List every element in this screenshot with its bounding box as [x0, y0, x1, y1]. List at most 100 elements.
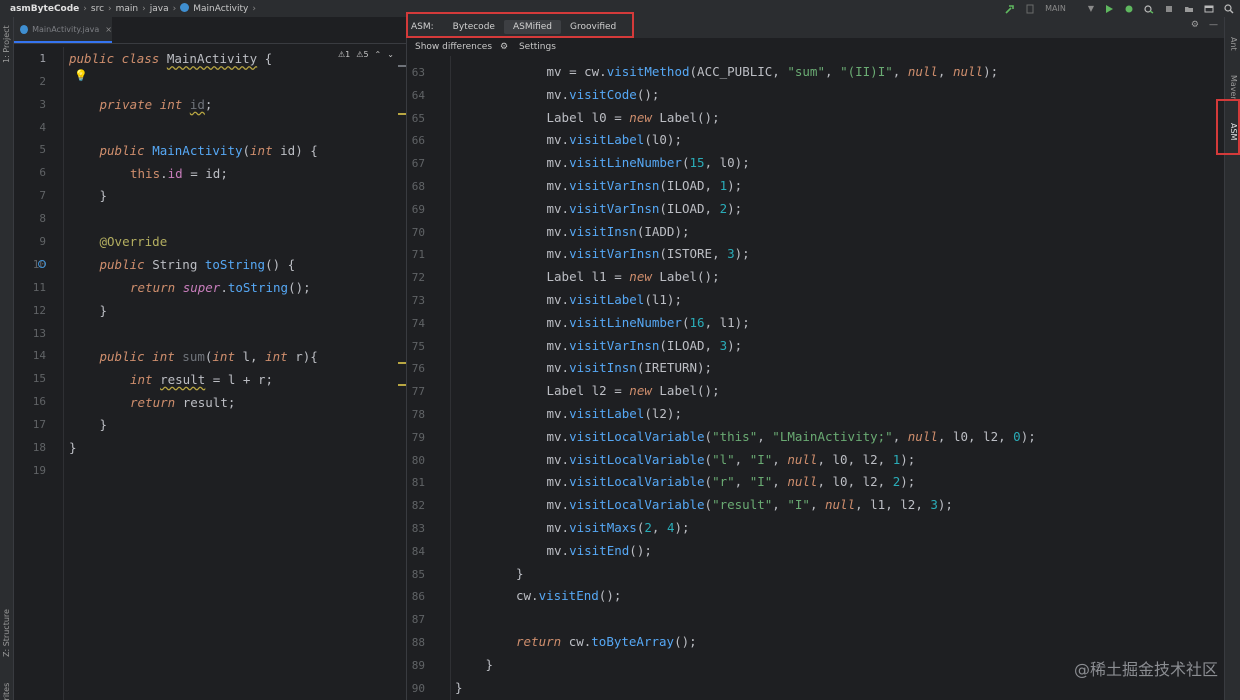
editor-tab-mainactivity[interactable]: MainActivity.java × — [14, 17, 112, 43]
line-number: 75 — [411, 339, 425, 353]
code-line: mv.visitLabel(l2); — [546, 406, 682, 421]
chevron-up-icon[interactable]: ⌃ — [375, 50, 382, 59]
line-number: 14 — [32, 349, 46, 362]
show-differences-button[interactable]: Show differences — [415, 42, 492, 52]
left-tool-strip: 1: Project Z: Structure avorites — [0, 17, 14, 700]
warning-marker[interactable] — [398, 113, 406, 115]
line-number: 3 — [39, 98, 46, 111]
warning-marker[interactable] — [398, 384, 406, 386]
line-number: 77 — [411, 385, 425, 399]
breadcrumb-item-project[interactable]: asmByteCode — [10, 4, 79, 14]
code-line: int result = l + r; — [130, 371, 273, 387]
line-number: 63 — [411, 66, 425, 79]
line-number: 1 — [39, 52, 46, 65]
line-number: 85 — [411, 567, 425, 581]
line-number: 83 — [411, 522, 425, 535]
line-number: 79 — [411, 430, 425, 444]
scroll-marker[interactable] — [398, 65, 406, 67]
chevron-down-icon[interactable]: ⌄ — [387, 50, 394, 59]
stop-icon[interactable] — [1164, 4, 1174, 14]
window-icon[interactable] — [1204, 4, 1214, 14]
code-line: return super.toString(); — [130, 280, 311, 295]
code-line: return result; — [130, 394, 236, 410]
line-number: 84 — [411, 544, 425, 558]
left-editor-gutter: 1 2 3 4 5 6 7 8 9 10 11 12 13 14 15 16 1… — [14, 47, 88, 700]
bulb-icon[interactable]: 💡 — [74, 69, 88, 82]
line-number: 76 — [411, 362, 425, 376]
line-number: 82 — [411, 499, 425, 513]
code-line: return cw.toByteArray(); — [516, 634, 697, 649]
line-number: 78 — [411, 408, 425, 421]
breadcrumb-item-main[interactable]: main — [116, 4, 139, 14]
line-number: 71 — [411, 248, 425, 262]
line-number: 19 — [32, 464, 46, 477]
code-line: mv.visitVarInsn(ISTORE, 3); — [546, 246, 750, 262]
breadcrumb-item-class[interactable]: MainActivity — [180, 3, 248, 14]
override-gutter-icon[interactable] — [38, 260, 46, 268]
minimize-icon[interactable]: — — [1209, 20, 1218, 30]
code-line: } — [485, 656, 494, 672]
maven-tool-button[interactable]: Maven — [1229, 75, 1238, 102]
code-line: } — [516, 565, 524, 581]
toolbar: MAIN ▼ — [1005, 0, 1240, 17]
chevron-right-icon: › — [83, 3, 87, 14]
run-config-dropdown[interactable]: MAIN ▼ — [1045, 4, 1094, 13]
chevron-right-icon: › — [172, 3, 177, 14]
asm-tool-highlight — [1216, 99, 1240, 155]
line-number: 74 — [411, 316, 425, 330]
debug-icon[interactable] — [1124, 4, 1134, 14]
project-tool-button[interactable]: 1: Project — [2, 25, 11, 63]
code-line: } — [69, 440, 77, 456]
line-number: 65 — [411, 111, 425, 125]
line-number: 7 — [39, 189, 46, 202]
code-line: mv.visitLocalVariable("this", "LMainActi… — [546, 428, 1036, 444]
code-line: mv.visitVarInsn(ILOAD, 1); — [546, 178, 743, 193]
favorites-tool-button[interactable]: avorites — [2, 683, 11, 700]
settings-label: Settings — [518, 42, 556, 52]
code-line: mv.visitVarInsn(ILOAD, 3); — [546, 337, 743, 353]
code-line: mv.visitLabel(l0); — [546, 132, 682, 148]
run-icon[interactable] — [1104, 4, 1114, 14]
chevron-down-icon: ▼ — [1087, 4, 1094, 13]
code-line: } — [99, 417, 108, 433]
hammer-icon[interactable] — [1005, 4, 1015, 14]
code-line: mv.visitLocalVariable("result", "I", nul… — [546, 497, 953, 513]
line-number: 87 — [411, 613, 425, 627]
chevron-right-icon: › — [108, 3, 112, 14]
close-icon[interactable]: × — [105, 25, 112, 34]
code-line: @Override — [99, 234, 168, 250]
gear-icon[interactable]: ⚙ — [1191, 20, 1199, 30]
run-config-label: MAIN — [1045, 4, 1066, 13]
device-icon[interactable] — [1025, 4, 1035, 14]
weak-warning-count: ⚠5 — [356, 50, 369, 59]
inspection-widget[interactable]: ⚠1 ⚠5 ⌃ ⌄ — [338, 50, 394, 59]
code-line: mv.visitVarInsn(ILOAD, 2); — [546, 200, 743, 216]
code-line: public int sum(int l, int r){ — [99, 348, 318, 364]
line-number: 70 — [411, 225, 425, 239]
line-number: 6 — [39, 166, 46, 179]
code-line: public String toString() { — [99, 257, 296, 273]
line-number: 2 — [39, 75, 46, 88]
code-line: } — [99, 302, 108, 318]
asm-tabs-highlight — [406, 12, 634, 38]
breadcrumb-item-src[interactable]: src — [91, 4, 104, 14]
code-line: mv.visitLineNumber(16, l1); — [546, 314, 750, 330]
warning-marker[interactable] — [398, 362, 406, 364]
line-number: 13 — [32, 327, 46, 340]
folder-icon[interactable] — [1184, 4, 1194, 14]
line-number: 89 — [411, 658, 425, 672]
search-icon[interactable] — [1224, 3, 1234, 14]
code-line: mv.visitMaxs(2, 4); — [546, 520, 690, 535]
line-number: 64 — [411, 88, 425, 102]
code-line: Label l2 = new Label(); — [546, 383, 720, 399]
structure-tool-button[interactable]: Z: Structure — [2, 609, 11, 657]
line-number: 86 — [411, 590, 425, 604]
line-number: 8 — [39, 212, 46, 225]
breadcrumb: asmByteCode › src › main › java › MainAc… — [0, 3, 260, 14]
ant-tool-button[interactable]: Ant — [1229, 37, 1238, 51]
code-line: private int id; — [99, 96, 213, 112]
breadcrumb-item-java[interactable]: java — [150, 4, 169, 14]
code-line: public MainActivity(int id) { — [99, 142, 318, 158]
settings-button[interactable]: ⚙ Settings — [500, 42, 564, 52]
profile-icon[interactable] — [1144, 4, 1154, 14]
